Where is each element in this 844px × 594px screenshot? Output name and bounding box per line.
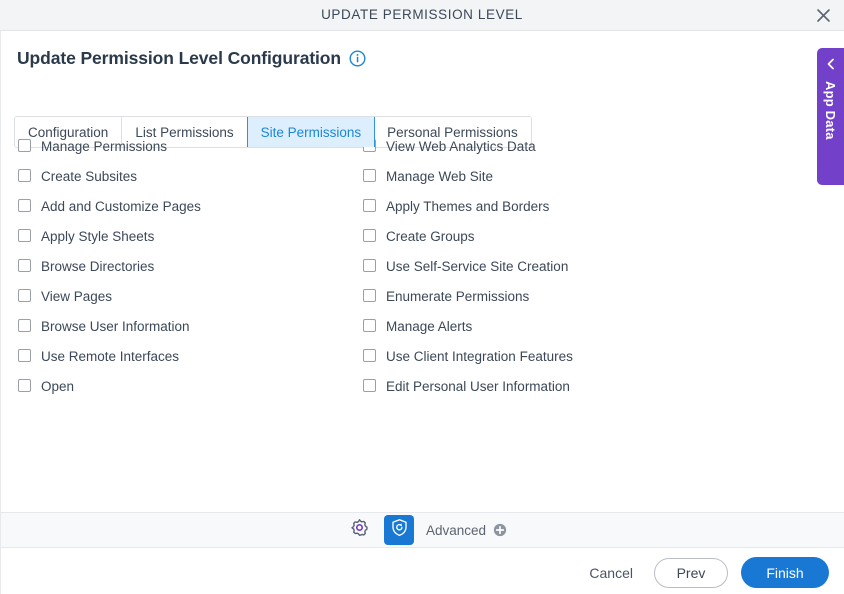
- app-data-panel-tab[interactable]: App Data: [817, 48, 844, 185]
- permissions-column-right: View Web Analytics Data Manage Web Site …: [363, 131, 573, 401]
- checkbox-label: Use Self-Service Site Creation: [386, 258, 569, 274]
- checkbox-row[interactable]: Browse Directories: [18, 251, 201, 281]
- checkbox-row[interactable]: Manage Alerts: [363, 311, 573, 341]
- checkbox-row[interactable]: Open: [18, 371, 201, 401]
- close-button[interactable]: [810, 3, 836, 28]
- checkbox-icon[interactable]: [363, 349, 376, 362]
- checkbox-icon[interactable]: [18, 379, 31, 392]
- chevron-left-icon: [825, 57, 837, 75]
- checkbox-icon[interactable]: [363, 259, 376, 272]
- page-title: Update Permission Level Configuration: [17, 48, 341, 68]
- plus-circle-icon[interactable]: [493, 523, 507, 537]
- checkbox-icon[interactable]: [18, 229, 31, 242]
- checkbox-row[interactable]: Manage Web Site: [363, 161, 573, 191]
- checkbox-row[interactable]: Manage Permissions: [18, 131, 201, 161]
- checkbox-label: Use Client Integration Features: [386, 348, 573, 364]
- checkbox-row[interactable]: View Pages: [18, 281, 201, 311]
- checkbox-row[interactable]: Add and Customize Pages: [18, 191, 201, 221]
- dialog-footer: Cancel Prev Finish: [581, 557, 829, 588]
- checkbox-label: Create Subsites: [41, 168, 138, 184]
- checkbox-row[interactable]: Create Subsites: [18, 161, 201, 191]
- checkbox-label: Apply Themes and Borders: [386, 198, 550, 214]
- checkbox-icon[interactable]: [363, 199, 376, 212]
- app-data-label: App Data: [823, 81, 838, 140]
- info-icon[interactable]: [349, 50, 366, 67]
- checkbox-row[interactable]: Use Remote Interfaces: [18, 341, 201, 371]
- checkbox-row[interactable]: Apply Themes and Borders: [363, 191, 573, 221]
- close-icon: [816, 8, 831, 23]
- checkbox-icon[interactable]: [18, 319, 31, 332]
- checkbox-label: Edit Personal User Information: [386, 378, 570, 394]
- checkbox-icon[interactable]: [18, 169, 31, 182]
- checkbox-icon[interactable]: [363, 229, 376, 242]
- checkbox-row[interactable]: Edit Personal User Information: [363, 371, 573, 401]
- checkbox-icon[interactable]: [363, 379, 376, 392]
- tab-site-permissions[interactable]: Site Permissions: [246, 117, 376, 147]
- update-permission-level-dialog: UPDATE PERMISSION LEVEL Update Permissio…: [0, 0, 844, 594]
- settings-button[interactable]: [345, 516, 373, 544]
- dialog-title: UPDATE PERMISSION LEVEL: [321, 7, 523, 22]
- permissions-column-left: Manage Permissions Create Subsites Add a…: [18, 131, 201, 401]
- advanced-label: Advanced: [426, 522, 487, 538]
- checkbox-label: Create Groups: [386, 228, 475, 244]
- checkbox-label: Open: [41, 378, 75, 394]
- dialog-content: Update Permission Level Configuration Co…: [0, 31, 844, 594]
- advanced-toggle[interactable]: Advanced: [426, 523, 507, 538]
- checkbox-label: View Web Analytics Data: [386, 138, 536, 154]
- checkbox-row[interactable]: Use Self-Service Site Creation: [363, 251, 573, 281]
- checkbox-icon[interactable]: [18, 139, 31, 152]
- checkbox-row[interactable]: Browse User Information: [18, 311, 201, 341]
- finish-button[interactable]: Finish: [741, 557, 829, 588]
- cancel-button[interactable]: Cancel: [581, 559, 641, 587]
- checkbox-label: Enumerate Permissions: [386, 288, 530, 304]
- checkbox-label: Manage Alerts: [386, 318, 473, 334]
- checkbox-label: Manage Permissions: [41, 138, 168, 154]
- checkbox-icon[interactable]: [18, 349, 31, 362]
- page-title-row: Update Permission Level Configuration: [17, 48, 366, 69]
- permission-refresh-button[interactable]: [384, 515, 414, 545]
- dialog-titlebar: UPDATE PERMISSION LEVEL: [0, 0, 844, 31]
- checkbox-label: Apply Style Sheets: [41, 228, 155, 244]
- checkbox-icon[interactable]: [18, 259, 31, 272]
- checkbox-label: Browse Directories: [41, 258, 155, 274]
- checkbox-icon[interactable]: [363, 289, 376, 302]
- checkbox-label: Manage Web Site: [386, 168, 494, 184]
- checkbox-icon[interactable]: [363, 169, 376, 182]
- advanced-toolbar: Advanced: [1, 512, 844, 548]
- checkbox-row[interactable]: Create Groups: [363, 221, 573, 251]
- checkbox-row[interactable]: Use Client Integration Features: [363, 341, 573, 371]
- checkbox-row[interactable]: Apply Style Sheets: [18, 221, 201, 251]
- checkbox-row[interactable]: View Web Analytics Data: [363, 131, 573, 161]
- prev-button[interactable]: Prev: [654, 557, 728, 588]
- checkbox-row[interactable]: Enumerate Permissions: [363, 281, 573, 311]
- checkbox-icon[interactable]: [363, 319, 376, 332]
- checkbox-label: View Pages: [41, 288, 113, 304]
- checkbox-label: Browse User Information: [41, 318, 190, 334]
- checkbox-label: Use Remote Interfaces: [41, 348, 180, 364]
- checkbox-icon[interactable]: [18, 199, 31, 212]
- shield-refresh-icon: [390, 518, 409, 542]
- checkbox-icon[interactable]: [18, 289, 31, 302]
- checkbox-label: Add and Customize Pages: [41, 198, 201, 214]
- gear-icon: [350, 518, 369, 542]
- advanced-toolbar-inner: Advanced: [345, 515, 507, 545]
